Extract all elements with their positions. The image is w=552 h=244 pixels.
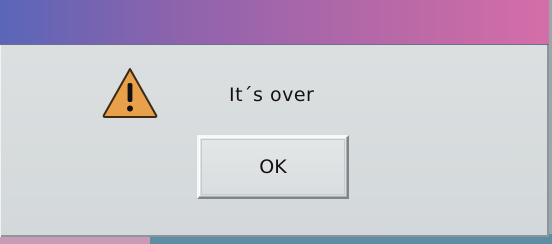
- ok-button-label: OK: [259, 156, 287, 178]
- warning-icon: [102, 68, 158, 118]
- alert-dialog: It´s over OK: [0, 0, 549, 237]
- ok-button[interactable]: OK: [197, 135, 349, 199]
- dialog-message: It´s over: [229, 84, 315, 106]
- dialog-titlebar[interactable]: [0, 0, 549, 45]
